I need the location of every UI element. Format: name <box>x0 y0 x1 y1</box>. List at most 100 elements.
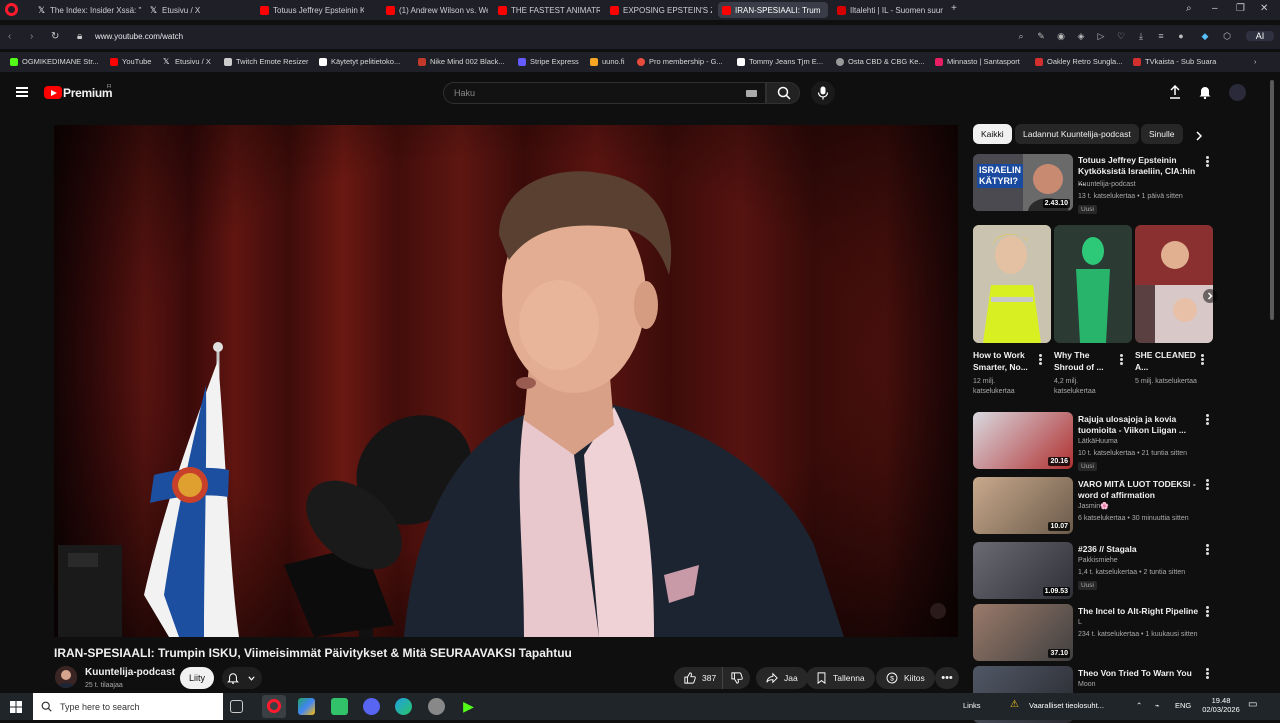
logo-text[interactable]: Premium <box>63 86 113 100</box>
back-icon[interactable]: ‹ <box>8 31 11 42</box>
new-tab-icon[interactable]: + <box>951 3 957 14</box>
chip-all[interactable]: Kaikki <box>973 124 1012 144</box>
bookmark-9[interactable]: Tommy Jeans Tjm E... <box>737 57 823 66</box>
tab-search-icon[interactable]: ⌕ <box>1186 3 1192 14</box>
tab-1[interactable]: 𝕏 Etusivu / X <box>145 2 253 18</box>
opera-taskbar-button[interactable] <box>262 695 286 718</box>
weather-text[interactable]: Vaaralliset tieolosuht... <box>1029 701 1104 710</box>
thanks-button[interactable]: $ Kiitos <box>876 667 935 689</box>
tab-2[interactable]: Totuus Jeffrey Epsteinin K <box>256 2 364 18</box>
bookmark-0[interactable]: OGMIKEDIMANE Str... <box>10 57 99 66</box>
recommended-thumbnail[interactable]: 1.09.53 <box>973 542 1073 599</box>
more-vertical-icon[interactable] <box>1206 414 1209 425</box>
hamburger-menu-icon[interactable] <box>16 87 28 97</box>
menu-list-icon[interactable]: ≡ <box>1156 31 1166 41</box>
chip-uploaded-by[interactable]: Ladannut Kuuntelija-podcast <box>1015 124 1139 144</box>
play-icon[interactable]: ▶ <box>460 698 477 715</box>
like-button[interactable]: 387 <box>674 667 722 689</box>
tab-3[interactable]: (1) Andrew Wilson vs. We <box>382 2 488 18</box>
shield-icon[interactable]: ◈ <box>1076 31 1086 41</box>
app-icon[interactable] <box>428 698 445 715</box>
recommended-channel[interactable]: Kuuntelija-podcast <box>1078 180 1136 190</box>
bookmark-12[interactable]: Oakley Retro Sungla... <box>1035 57 1122 66</box>
recommended-thumbnail[interactable]: 20.16 <box>973 412 1073 469</box>
bookmark-2[interactable]: 𝕏 Etusivu / X <box>163 57 211 66</box>
maximize-icon[interactable]: ❐ <box>1236 3 1245 14</box>
opera-logo-icon[interactable] <box>5 3 18 16</box>
bookmark-13[interactable]: TVkaista - Sub Suara <box>1133 57 1216 66</box>
short-thumbnail-2[interactable] <box>1135 225 1213 343</box>
recommended-channel[interactable]: L <box>1078 618 1082 628</box>
ai-button[interactable]: AI <box>1246 31 1274 41</box>
upload-icon[interactable] <box>1168 85 1182 99</box>
recommended-channel[interactable]: Pakkismiehe <box>1078 556 1118 566</box>
chevron-right-icon[interactable] <box>1203 289 1217 303</box>
camera-icon[interactable]: ◉ <box>1056 31 1066 41</box>
forward-icon[interactable]: › <box>30 31 33 42</box>
tab-6-active[interactable]: IRAN-SPESIAALI: Trum <box>718 2 828 18</box>
recommended-title[interactable]: Theo Von Tried To Warn You <box>1078 668 1200 679</box>
short-title[interactable]: SHE CLEANED A... <box>1135 349 1199 373</box>
bookmark-1[interactable]: YouTube <box>110 57 151 66</box>
recommended-channel[interactable]: LätkäHuuma <box>1078 437 1118 447</box>
language-indicator[interactable]: ENG <box>1175 701 1191 710</box>
windows-start-icon[interactable] <box>10 701 22 713</box>
minimize-icon[interactable]: – <box>1212 3 1218 14</box>
tab-4[interactable]: THE FASTEST ANIMATRON <box>494 2 600 18</box>
recommended-title[interactable]: VARO MITÄ LUOT TODEKSI - word of affirma… <box>1078 479 1200 501</box>
recommended-title[interactable]: The Incel to Alt-Right Pipeline <box>1078 606 1200 617</box>
recommended-thumbnail[interactable]: 10.07 <box>973 477 1073 534</box>
bookmark-6[interactable]: Stripe Express <box>518 57 579 66</box>
notification-icon[interactable]: ▭ <box>1248 699 1257 710</box>
more-vertical-icon[interactable] <box>1039 354 1042 365</box>
notifications-bell-icon[interactable] <box>1198 85 1212 99</box>
share-button[interactable]: Jaa <box>756 667 808 689</box>
clock[interactable]: 19.48 02/03/2026 <box>1201 696 1241 714</box>
url-field[interactable]: www.youtube.com/watch <box>95 32 183 41</box>
heart-icon[interactable]: ♡ <box>1116 31 1126 41</box>
more-vertical-icon[interactable] <box>1201 354 1204 365</box>
tab-7[interactable]: Iltalehti | IL - Suomen suur <box>833 2 943 18</box>
more-vertical-icon[interactable] <box>1206 156 1209 167</box>
subscription-bell-button[interactable] <box>222 667 262 689</box>
discord-icon[interactable] <box>363 698 380 715</box>
bookmark-4[interactable]: Käytetyt pelitietoko... <box>319 57 400 66</box>
task-view-icon[interactable] <box>230 700 243 713</box>
profile-icon[interactable]: ● <box>1176 31 1186 41</box>
short-thumbnail-0[interactable] <box>973 225 1051 343</box>
cube-icon[interactable]: ⬡ <box>1222 31 1232 41</box>
more-vertical-icon[interactable] <box>1120 354 1123 365</box>
edge-icon[interactable] <box>395 698 412 715</box>
bookmark-8[interactable]: Pro membership - G... <box>637 57 723 66</box>
recommended-channel[interactable]: Jasmin🌸 <box>1078 502 1109 512</box>
download-icon[interactable]: ⤓ <box>1136 31 1146 41</box>
recommended-title[interactable]: #236 // Stagala <box>1078 544 1200 555</box>
google-apps-icon[interactable] <box>298 698 315 715</box>
bookmark-3[interactable]: Twitch Emote Resizer <box>224 57 309 66</box>
recommended-thumbnail[interactable]: 37.10 <box>973 604 1073 661</box>
video-player[interactable] <box>54 125 958 637</box>
youtube-logo-icon[interactable] <box>44 86 62 99</box>
bookmark-10[interactable]: Osta CBD & CBG Ke... <box>836 57 925 66</box>
chevron-up-icon[interactable]: ⌃ <box>1136 701 1142 710</box>
more-vertical-icon[interactable] <box>1206 544 1209 555</box>
network-icon[interactable]: ⌁ <box>1155 701 1160 710</box>
bookmark-7[interactable]: uuno.fi <box>590 57 625 66</box>
chip-for-you[interactable]: Sinulle <box>1141 124 1183 144</box>
chevron-right-icon[interactable] <box>1194 131 1204 141</box>
channel-avatar[interactable] <box>55 666 77 688</box>
more-vertical-icon[interactable] <box>1206 668 1209 679</box>
play-icon[interactable]: ▷ <box>1096 31 1106 41</box>
search-button[interactable] <box>766 82 800 104</box>
keyboard-icon[interactable] <box>746 90 757 97</box>
tab-0[interactable]: 𝕏 The Index: Insider Xssä: "E <box>33 2 141 18</box>
scrollbar[interactable] <box>1270 80 1274 320</box>
save-button[interactable]: Tallenna <box>806 667 875 689</box>
taskbar-search-input[interactable]: Type here to search <box>33 693 223 720</box>
bookmark-5[interactable]: Nike Mind 002 Black... <box>418 57 505 66</box>
short-title[interactable]: How to Work Smarter, No... <box>973 349 1037 373</box>
recommended-title[interactable]: Rajuja ulosajoja ja kovia tuomioita - Vi… <box>1078 414 1200 436</box>
recommended-top-thumbnail[interactable]: ISRAELIN KÄTYRI? 2.43.10 <box>973 154 1073 211</box>
reload-icon[interactable]: ↻ <box>51 31 59 42</box>
bookmark-11[interactable]: Minnasto | Santasport <box>935 57 1020 66</box>
